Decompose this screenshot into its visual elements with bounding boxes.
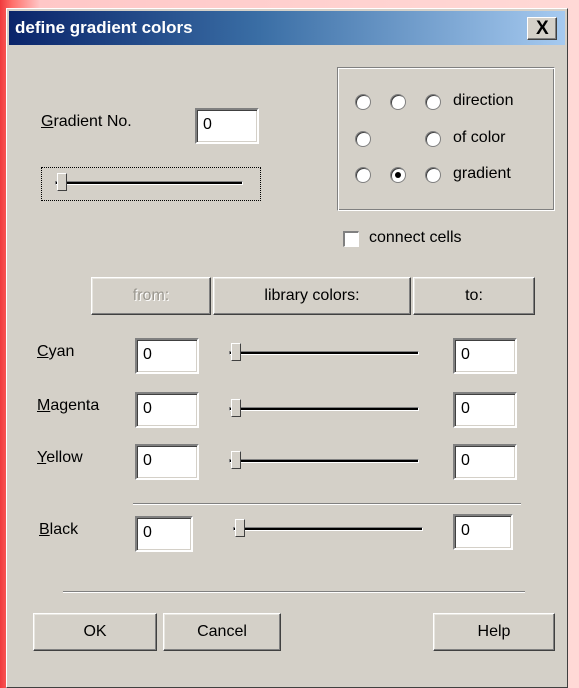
black-separator	[133, 503, 521, 505]
cancel-button[interactable]: Cancel	[163, 613, 281, 651]
yellow-label: Yellow	[37, 449, 83, 466]
magenta-to-input[interactable]: 0	[453, 392, 517, 428]
black-to-input[interactable]: 0	[453, 514, 513, 550]
help-button[interactable]: Help	[433, 613, 555, 651]
yellow-from-input[interactable]: 0	[135, 444, 199, 480]
library-colors-button[interactable]: library colors:	[213, 277, 411, 315]
cyan-label: Cyan	[37, 343, 75, 360]
close-icon: X	[536, 18, 549, 39]
magenta-slider-thumb[interactable]	[231, 399, 241, 417]
black-label: Black	[39, 521, 79, 538]
from-button[interactable]: from:	[91, 277, 211, 315]
yellow-slider-thumb[interactable]	[231, 451, 241, 469]
to-button[interactable]: to:	[413, 277, 535, 315]
gradient-no-input[interactable]: 0	[195, 108, 259, 144]
magenta-label: Magenta	[37, 397, 100, 414]
close-button[interactable]: X	[527, 17, 557, 40]
radio-r1c1[interactable]	[355, 94, 371, 110]
direction-label-1: direction	[453, 92, 514, 109]
window-title: define gradient colors	[15, 18, 193, 37]
connect-cells-checkbox[interactable]	[343, 231, 359, 247]
radio-r2c1[interactable]	[355, 131, 371, 147]
yellow-to-input[interactable]: 0	[453, 444, 517, 480]
ok-button[interactable]: OK	[33, 613, 157, 651]
radio-r1c2[interactable]	[390, 94, 406, 110]
direction-label-3: gradient	[453, 165, 511, 182]
dialog-window: define gradient colors X Gradient No. 0 …	[6, 8, 568, 688]
cyan-to-input[interactable]: 0	[453, 338, 517, 374]
cyan-from-input[interactable]: 0	[135, 338, 199, 374]
radio-r3c3[interactable]	[425, 167, 441, 183]
gradient-slider-track[interactable]	[55, 181, 243, 185]
black-from-input[interactable]: 0	[135, 516, 193, 552]
cyan-slider-thumb[interactable]	[231, 343, 241, 361]
black-slider-track[interactable]	[233, 527, 423, 531]
yellow-slider-track[interactable]	[229, 459, 419, 463]
footer-separator	[63, 591, 525, 593]
connect-cells-label: connect cells	[369, 229, 462, 246]
magenta-slider-track[interactable]	[229, 407, 419, 411]
cyan-slider-track[interactable]	[229, 351, 419, 355]
gradient-slider-thumb[interactable]	[57, 173, 67, 191]
title-bar[interactable]: define gradient colors X	[9, 11, 565, 45]
radio-r1c3[interactable]	[425, 94, 441, 110]
radio-r2c3[interactable]	[425, 131, 441, 147]
radio-r3c2[interactable]	[390, 167, 406, 183]
gradient-no-label: Gradient No.	[41, 113, 132, 130]
radio-r3c1[interactable]	[355, 167, 371, 183]
black-slider-thumb[interactable]	[235, 519, 245, 537]
direction-label-2: of color	[453, 129, 506, 146]
magenta-from-input[interactable]: 0	[135, 392, 199, 428]
